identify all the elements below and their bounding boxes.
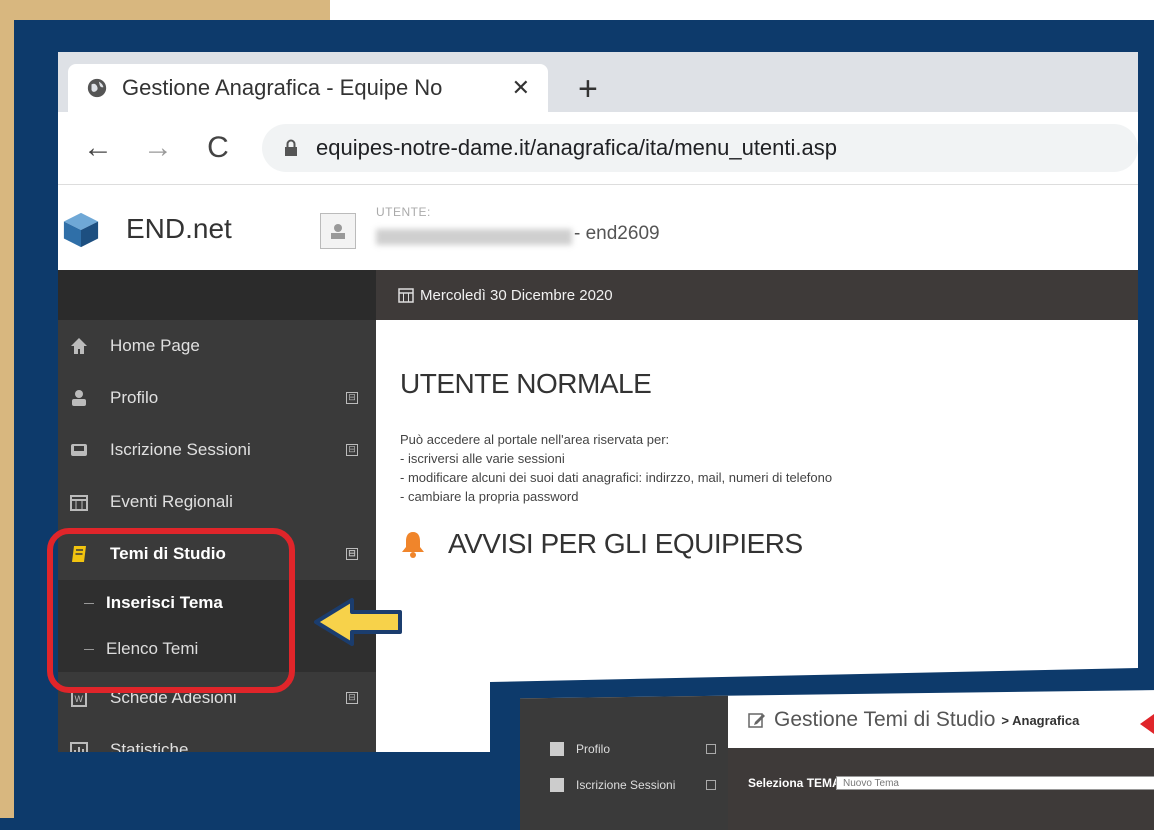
notice-title: AVVISI PER GLI EQUIPIERS (448, 528, 803, 559)
page-title: Gestione Temi di Studio > Anagrafica (748, 708, 1079, 732)
sidebar-item-label: Eventi Regionali (110, 492, 233, 511)
back-button[interactable]: ← (78, 131, 118, 165)
notice-heading: AVVISI PER GLI EQUIPIERS (400, 528, 1120, 560)
address-bar: ← → C equipes-notre-dame.it/anagrafica/i… (58, 112, 1138, 185)
avatar[interactable] (320, 213, 356, 249)
sidebar: Profilo Iscrizione Sessioni (520, 690, 728, 830)
sidebar-item-iscrizione-sessioni[interactable]: Iscrizione Sessioni ⊟ (58, 424, 376, 476)
calendar-icon (398, 288, 414, 303)
bar-chart-icon (68, 739, 90, 752)
brand-name[interactable]: END.net (126, 213, 232, 245)
sidebar-item-home[interactable]: Home Page (58, 320, 376, 372)
user-label: UTENTE: (376, 205, 431, 219)
blurred-user-name (376, 229, 572, 245)
app-header: END.net UTENTE: - end2609 (58, 185, 1138, 270)
user-icon (550, 742, 564, 756)
sidebar-item-label: Iscrizione Sessioni (576, 778, 676, 792)
lock-icon (285, 139, 297, 156)
current-date: Mercoledì 30 Dicembre 2020 (420, 286, 613, 304)
sidebar-item-label: Statistiche (110, 740, 189, 752)
frame-beige-top (0, 0, 330, 20)
close-tab-icon[interactable]: ✕ (512, 75, 530, 101)
sidebar-item-eventi-regionali[interactable]: Eventi Regionali (58, 476, 376, 528)
pointer-arrow-icon (314, 598, 402, 646)
inbox-icon (68, 439, 90, 461)
expand-icon[interactable] (706, 744, 716, 754)
sidebar-item-label: Profilo (110, 388, 159, 407)
title-text: Gestione Temi di Studio (774, 708, 996, 731)
intro-line: Può accedere al portale nell'area riserv… (400, 432, 670, 447)
page-title: UTENTE NORMALE (400, 368, 652, 399)
new-tab-button[interactable]: + (578, 70, 598, 109)
bell-icon (402, 532, 424, 558)
intro-text: Può accedere al portale nell'area riserv… (400, 430, 1120, 506)
sidebar-item-label: Home Page (110, 336, 200, 355)
browser-tab[interactable]: Gestione Anagrafica - Equipe No ✕ (68, 64, 548, 112)
edit-icon (748, 713, 765, 728)
breadcrumb: > Anagrafica (1001, 712, 1080, 728)
collapse-icon[interactable]: ⊟ (346, 548, 358, 560)
expand-icon[interactable]: ⊟ (346, 444, 358, 456)
sidebar-item-iscrizione-sessioni[interactable]: Iscrizione Sessioni (550, 778, 675, 792)
user-icon (68, 387, 90, 409)
tab-title: Gestione Anagrafica - Equipe No (122, 75, 443, 100)
select-label: Seleziona TEMA (748, 776, 841, 790)
intro-line: - iscriversi alle varie sessioni (400, 451, 565, 466)
reload-button[interactable]: C (198, 131, 238, 165)
sidebar-header (58, 270, 376, 320)
highlight-box (47, 528, 295, 693)
sidebar-item-label: Profilo (576, 742, 611, 756)
inbox-icon (550, 778, 564, 792)
forward-button[interactable]: → (138, 131, 178, 165)
pointer-arrow-icon (1140, 714, 1154, 734)
home-icon (68, 335, 90, 357)
tab-bar: Gestione Anagrafica - Equipe No ✕ + (58, 52, 1138, 112)
sidebar-item-profilo[interactable]: Profilo (550, 742, 610, 756)
sidebar-item-statistiche[interactable]: Statistiche (58, 724, 376, 752)
tema-select[interactable]: Nuovo Tema (836, 776, 1154, 790)
main-content: UTENTE NORMALE Può accedere al portale n… (400, 320, 1120, 560)
sidebar-item-profilo[interactable]: Profilo ⊟ (58, 372, 376, 424)
expand-icon[interactable] (706, 780, 716, 790)
user-avatar-icon (331, 224, 345, 239)
calendar-icon (68, 491, 90, 513)
user-id: - end2609 (574, 223, 660, 244)
intro-line: - cambiare la propria password (400, 489, 579, 504)
date-bar: Mercoledì 30 Dicembre 2020 (376, 270, 1138, 320)
intro-line: - modificare alcuni dei suoi dati anagra… (400, 470, 833, 485)
svg-text:W: W (75, 694, 84, 704)
globe-icon (87, 78, 107, 98)
frame-beige-left (0, 0, 14, 818)
sidebar-item-label: Iscrizione Sessioni (110, 440, 251, 459)
url-field[interactable]: equipes-notre-dame.it/anagrafica/ita/men… (262, 124, 1138, 172)
url-text: equipes-notre-dame.it/anagrafica/ita/men… (316, 135, 837, 160)
frame-white-top (330, 0, 1154, 20)
cube-logo-icon[interactable] (62, 211, 100, 249)
expand-icon[interactable]: ⊟ (346, 692, 358, 704)
second-screenshot: Profilo Iscrizione Sessioni Gestione Tem… (520, 690, 1154, 830)
expand-icon[interactable]: ⊟ (346, 392, 358, 404)
